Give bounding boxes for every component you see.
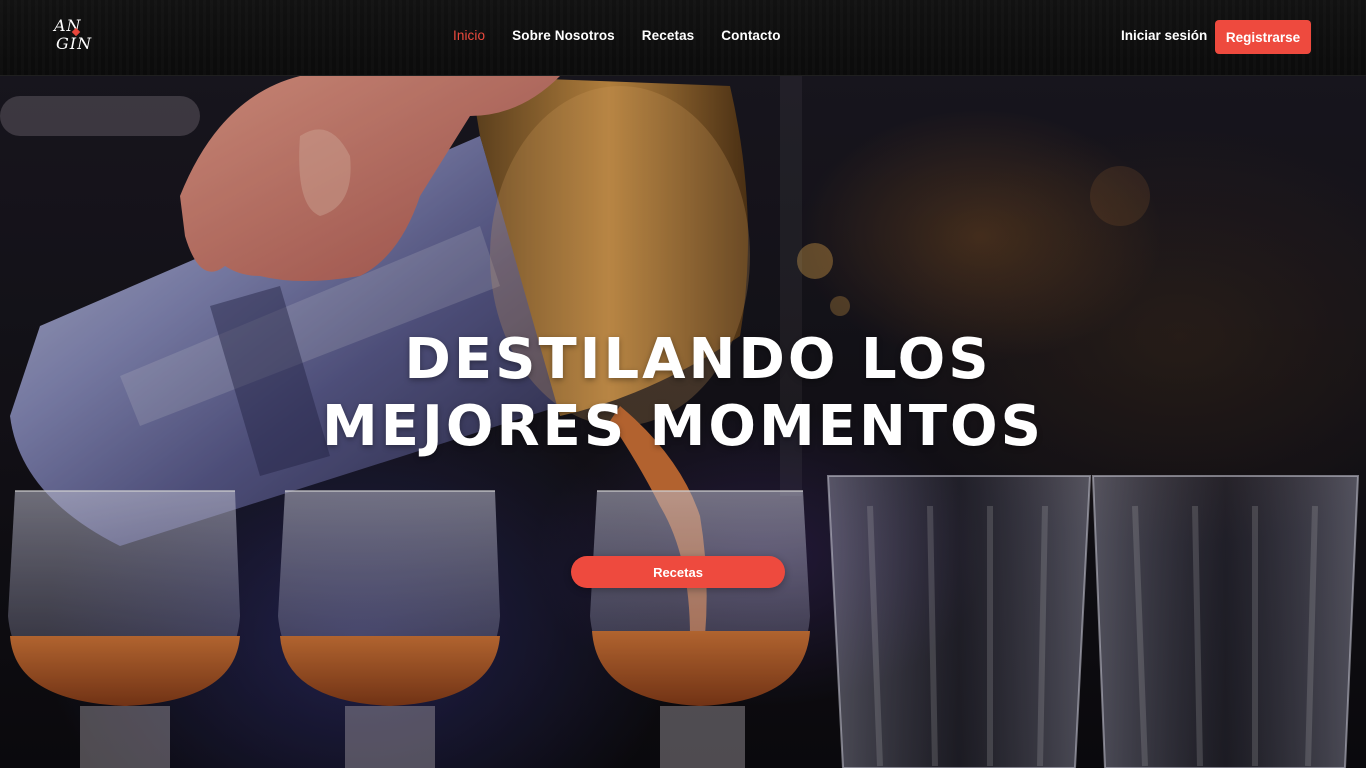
login-link[interactable]: Iniciar sesión	[1121, 28, 1207, 43]
nav-link-inicio[interactable]: Inicio	[453, 28, 485, 43]
logo-text-bottom: GIN	[56, 34, 93, 53]
hero-title: Destilando los mejores momentos	[0, 326, 1366, 460]
nav-link-contacto[interactable]: Contacto	[721, 28, 780, 43]
main-nav: Inicio Sobre Nosotros Recetas Contacto	[453, 28, 781, 43]
nav-link-sobre-nosotros[interactable]: Sobre Nosotros	[512, 28, 615, 43]
nav-link-recetas[interactable]: Recetas	[642, 28, 695, 43]
brand-logo[interactable]: AN GIN	[52, 17, 92, 57]
hero-title-line2: mejores momentos	[322, 394, 1044, 460]
hero-title-line1: Destilando los	[404, 327, 992, 392]
top-navbar: AN GIN Inicio Sobre Nosotros Recetas Con…	[0, 0, 1366, 76]
hero-recetas-button[interactable]: Recetas	[571, 556, 785, 588]
hero-section: Destilando los mejores momentos Recetas	[0, 76, 1366, 768]
register-button[interactable]: Registrarse	[1215, 20, 1311, 54]
